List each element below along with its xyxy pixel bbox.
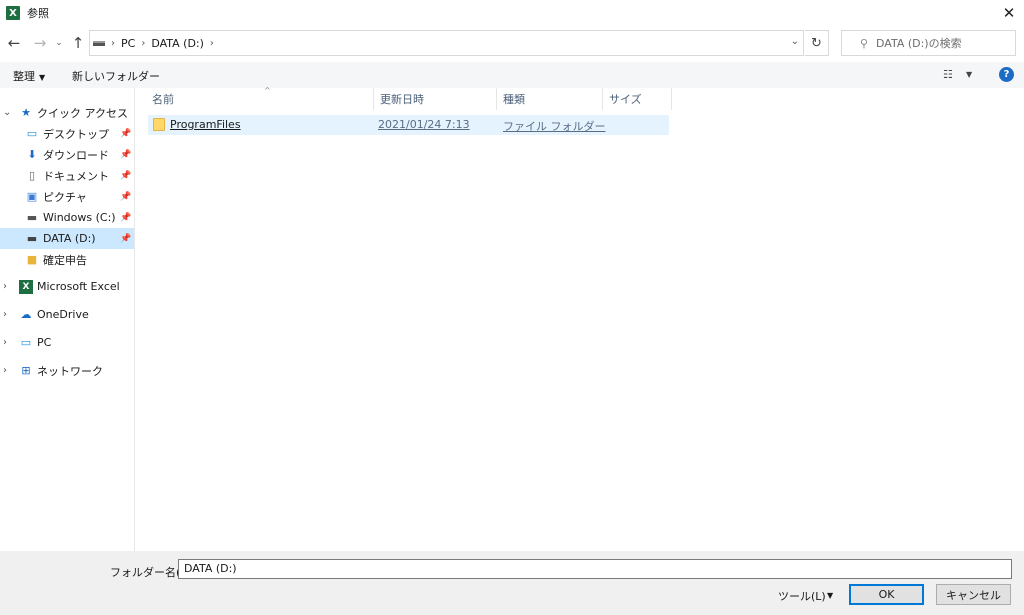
- nav-item-tax-return[interactable]: ■ 確定申告: [0, 249, 134, 270]
- nav-item-label: OneDrive: [37, 308, 89, 321]
- up-arrow-icon[interactable]: ↑: [67, 32, 89, 54]
- chevron-right-icon[interactable]: ›: [3, 281, 7, 292]
- close-button[interactable]: ✕: [994, 0, 1024, 26]
- chevron-down-icon[interactable]: ⌄: [3, 107, 11, 118]
- column-header-name[interactable]: 名前 ^: [146, 86, 374, 110]
- nav-item-label: ネットワーク: [37, 364, 103, 378]
- column-header-date[interactable]: 更新日時: [374, 88, 497, 110]
- pin-icon[interactable]: 📌: [120, 192, 131, 202]
- organize-label: 整理: [13, 70, 35, 83]
- pin-icon[interactable]: 📌: [120, 129, 131, 139]
- column-name-label: 名前: [152, 93, 174, 106]
- nav-item-desktop[interactable]: ▭ デスクトップ 📌: [0, 123, 134, 144]
- picture-icon: ▣: [26, 190, 38, 203]
- help-icon[interactable]: ?: [999, 67, 1014, 82]
- desktop-icon: ▭: [26, 127, 38, 140]
- ok-button[interactable]: OK: [849, 584, 924, 605]
- nav-item-label: ピクチャ: [43, 190, 87, 204]
- forward-arrow-icon[interactable]: →: [28, 32, 52, 54]
- file-name[interactable]: ProgramFiles: [170, 118, 241, 131]
- column-date-label: 更新日時: [380, 93, 424, 106]
- command-bar: 整理 ▼ 新しいフォルダー ☷ ▼ ?: [0, 62, 1024, 88]
- refresh-button[interactable]: ↻: [805, 30, 829, 56]
- breadcrumb-data-drive[interactable]: DATA (D:): [151, 37, 204, 50]
- nav-item-label: クイック アクセス: [37, 106, 128, 120]
- nav-item-label: ドキュメント: [43, 169, 109, 183]
- folder-name-input[interactable]: DATA (D:): [178, 559, 1012, 579]
- cloud-icon: ☁: [20, 308, 32, 321]
- nav-item-label: 確定申告: [43, 253, 87, 267]
- drive-icon: [93, 40, 105, 46]
- column-header-size[interactable]: サイズ: [603, 88, 672, 110]
- sort-ascending-icon: ^: [264, 86, 271, 95]
- back-arrow-icon[interactable]: ←: [2, 32, 26, 54]
- computer-icon: ▭: [20, 336, 32, 349]
- nav-item-label: ダウンロード: [43, 148, 109, 162]
- window-title: 参照: [27, 7, 49, 20]
- nav-item-pictures[interactable]: ▣ ピクチャ 📌: [0, 186, 134, 207]
- cancel-button[interactable]: キャンセル: [936, 584, 1011, 605]
- nav-item-pc[interactable]: › ▭ PC: [0, 332, 134, 353]
- nav-item-documents[interactable]: ▯ ドキュメント 📌: [0, 165, 134, 186]
- nav-item-downloads[interactable]: ⬇ ダウンロード 📌: [0, 144, 134, 165]
- navigation-pane: ⌄ ★ クイック アクセス ▭ デスクトップ 📌 ⬇ ダウンロード 📌 ▯ ドキ…: [0, 88, 135, 551]
- excel-icon: X: [19, 279, 33, 294]
- file-date: 2021/01/24 7:13: [378, 118, 470, 131]
- caret-down-icon[interactable]: ▼: [966, 70, 972, 79]
- windows-drive-icon: ▬: [26, 211, 38, 224]
- nav-item-label: Windows (C:): [43, 211, 116, 224]
- file-list: 名前 ^ 更新日時 種類 サイズ ProgramFiles 2021/01/24…: [136, 86, 1024, 551]
- chevron-down-icon[interactable]: ⌄: [791, 36, 799, 47]
- column-type-label: 種類: [503, 93, 525, 106]
- address-bar[interactable]: › PC › DATA (D:) › ⌄: [89, 30, 804, 56]
- nav-item-label: Microsoft Excel: [37, 280, 120, 293]
- nav-item-data-drive[interactable]: ▬ DATA (D:) 📌: [0, 228, 134, 249]
- view-options-icon[interactable]: ☷: [943, 68, 953, 81]
- pin-icon[interactable]: 📌: [120, 171, 131, 181]
- folder-icon: [153, 118, 165, 131]
- address-row: ← → ⌄ ↑ › PC › DATA (D:) › ⌄ ↻ ⚲ DATA (D…: [0, 28, 1024, 58]
- pin-icon[interactable]: 📌: [120, 213, 131, 223]
- search-placeholder: DATA (D:)の検索: [876, 37, 962, 50]
- breadcrumb-separator-icon[interactable]: ›: [141, 38, 145, 49]
- chevron-right-icon[interactable]: ›: [3, 309, 7, 320]
- download-icon: ⬇: [27, 148, 37, 161]
- network-icon: ⊞: [21, 364, 31, 377]
- caret-down-icon[interactable]: ▼: [827, 591, 833, 600]
- drive-icon: ▬: [26, 232, 38, 245]
- search-input[interactable]: ⚲ DATA (D:)の検索: [841, 30, 1016, 56]
- dialog-footer: フォルダー名(N): DATA (D:) ツール(L) ▼ OK キャンセル: [0, 551, 1024, 615]
- nav-item-windows-drive[interactable]: ▬ Windows (C:) 📌: [0, 207, 134, 228]
- breadcrumb-separator-icon[interactable]: ›: [111, 38, 115, 49]
- excel-icon: X: [6, 6, 20, 20]
- nav-item-label: DATA (D:): [43, 232, 96, 245]
- recent-locations-chevron-icon[interactable]: ⌄: [52, 32, 66, 54]
- search-icon: ⚲: [859, 36, 868, 50]
- pin-icon[interactable]: 📌: [120, 234, 131, 244]
- caret-down-icon: ▼: [39, 73, 46, 82]
- breadcrumb-pc[interactable]: PC: [121, 37, 135, 50]
- organize-menu[interactable]: 整理 ▼: [13, 68, 45, 84]
- chevron-right-icon[interactable]: ›: [3, 365, 7, 376]
- file-type: ファイル フォルダー: [503, 120, 606, 133]
- breadcrumb-separator-icon[interactable]: ›: [210, 38, 214, 49]
- document-icon: ▯: [28, 169, 36, 182]
- chevron-right-icon[interactable]: ›: [3, 337, 7, 348]
- folder-icon: ■: [26, 253, 38, 266]
- tools-menu[interactable]: ツール(L): [778, 588, 826, 604]
- nav-item-microsoft-excel[interactable]: › X Microsoft Excel: [0, 276, 134, 297]
- title-bar: X 参照 ✕: [0, 0, 1024, 26]
- column-size-label: サイズ: [609, 93, 642, 106]
- new-folder-button[interactable]: 新しいフォルダー: [72, 68, 160, 84]
- star-icon: ★: [21, 106, 31, 119]
- pin-icon[interactable]: 📌: [120, 150, 131, 160]
- column-header-type[interactable]: 種類: [497, 88, 603, 110]
- nav-item-quick-access[interactable]: ⌄ ★ クイック アクセス: [0, 102, 134, 123]
- nav-item-onedrive[interactable]: › ☁ OneDrive: [0, 304, 134, 325]
- nav-item-network[interactable]: › ⊞ ネットワーク: [0, 360, 134, 381]
- table-row[interactable]: ProgramFiles 2021/01/24 7:13 ファイル フォルダー: [148, 115, 669, 135]
- nav-item-label: PC: [37, 336, 52, 349]
- nav-item-label: デスクトップ: [43, 127, 109, 141]
